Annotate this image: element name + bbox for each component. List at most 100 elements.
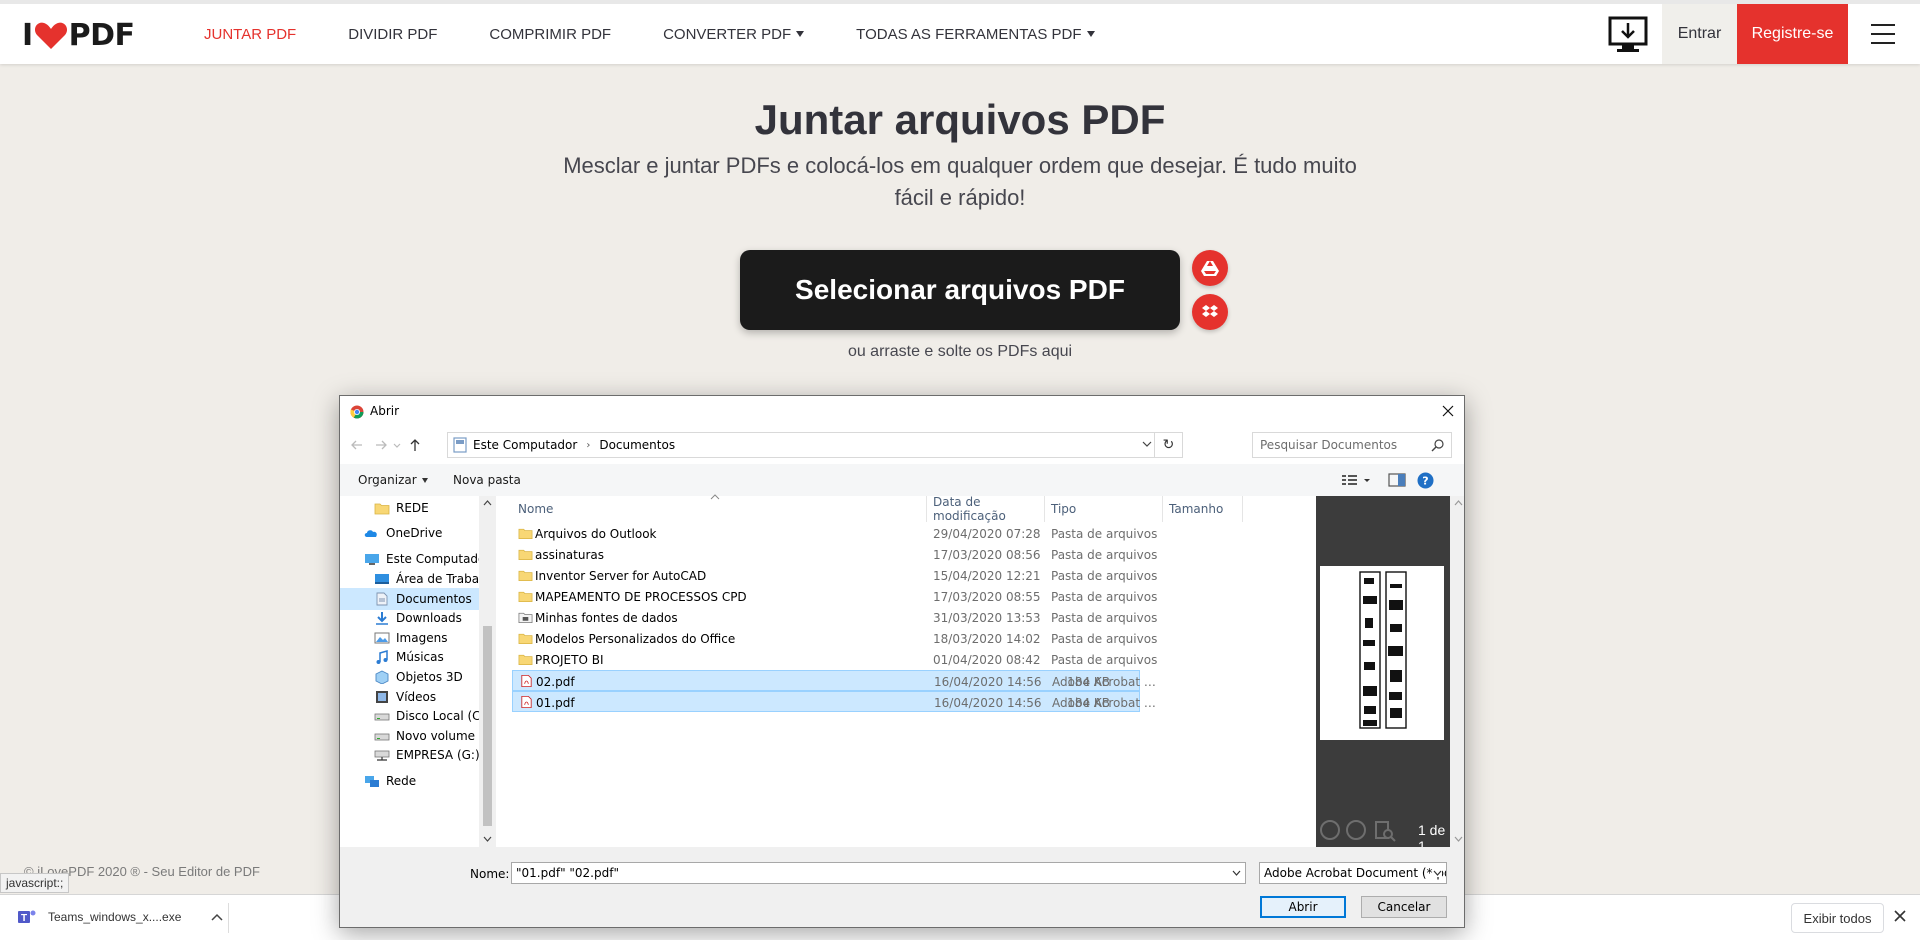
file-type-select[interactable]: Adobe Acrobat Document (*.pdf)	[1259, 862, 1447, 884]
tree-item-label: Downloads	[396, 611, 462, 625]
tree-item[interactable]: REDE	[340, 497, 479, 519]
file-name: 01.pdf	[536, 696, 575, 710]
tree-item-label: Rede	[386, 774, 417, 788]
nav-item-0[interactable]: JUNTAR PDF	[204, 26, 296, 43]
file-date: 17/03/2020 08:55	[933, 590, 1041, 604]
close-icon[interactable]	[1440, 403, 1456, 419]
back-arrow-icon[interactable]	[350, 438, 364, 452]
file-row[interactable]: assinaturas 17/03/2020 08:56 Pasta de arqu…	[512, 544, 1157, 565]
scroll-down-icon[interactable]	[483, 836, 492, 842]
pdf-icon	[521, 674, 532, 688]
preview-pane-icon[interactable]	[1388, 472, 1406, 488]
up-arrow-icon[interactable]	[408, 438, 422, 452]
breadcrumb-separator-icon[interactable]: ›	[586, 440, 590, 451]
tree-item[interactable]: EMPRESA (G:)	[340, 744, 479, 766]
chrome-icon	[350, 405, 364, 419]
open-button[interactable]: Abrir	[1260, 896, 1346, 918]
column-header-size[interactable]: Tamanho	[1163, 496, 1243, 522]
hamburger-menu-icon[interactable]	[1871, 24, 1895, 44]
new-folder-button[interactable]: Nova pasta	[453, 473, 521, 487]
nav-item-2[interactable]: COMPRIMIR PDF	[489, 26, 611, 43]
download-item[interactable]: T Teams_windows_x....exe	[18, 908, 223, 926]
caret-down-icon	[796, 31, 805, 37]
tree-item[interactable]: Área de Trabalho	[340, 568, 479, 590]
refresh-button[interactable]: ↻	[1154, 433, 1182, 457]
file-row[interactable]: 01.pdf 16/04/2020 14:56 Adobe Acrobat D...…	[512, 691, 1162, 712]
computer-icon	[453, 437, 467, 453]
file-type: Pasta de arquivos	[1051, 548, 1158, 562]
file-row[interactable]: Modelos Personalizados do Office 18/03/20…	[512, 628, 1157, 649]
column-header-type[interactable]: Tipo	[1045, 496, 1163, 522]
file-row[interactable]: PROJETO BI 01/04/2020 08:42 Pasta de arqui…	[512, 649, 1157, 670]
breadcrumb-item[interactable]: Documentos	[599, 438, 675, 452]
google-drive-button[interactable]	[1192, 250, 1228, 286]
column-header-name[interactable]: Nome	[512, 496, 927, 522]
download-icon	[376, 612, 388, 625]
file-name: Modelos Personalizados do Office	[535, 632, 736, 646]
open-file-dialog: Abrir Este Computador › Documentos ↻ Pesqu…	[339, 395, 1465, 928]
filename-input[interactable]: "01.pdf" "02.pdf"	[511, 862, 1246, 884]
recent-locations-chevron-icon[interactable]	[393, 438, 401, 452]
tree-scrollbar[interactable]	[479, 496, 496, 847]
dialog-title-bar: Abrir	[340, 396, 1464, 428]
scrollbar-thumb[interactable]	[483, 626, 492, 826]
nav-item-3[interactable]: CONVERTER PDF	[663, 25, 805, 43]
show-all-downloads-button[interactable]: Exibir todos	[1791, 903, 1884, 933]
dropbox-button[interactable]	[1192, 294, 1228, 330]
preview-zoom-icon[interactable]	[1374, 820, 1396, 842]
select-pdf-files-button[interactable]: Selecionar arquivos PDF	[740, 250, 1180, 330]
cancel-button[interactable]: Cancelar	[1361, 896, 1447, 918]
chevron-down-icon[interactable]	[1232, 869, 1241, 877]
tree-item[interactable]: Músicas	[340, 646, 479, 668]
ilovepdf-logo[interactable]: I PDF	[22, 18, 135, 53]
network-icon	[365, 776, 379, 787]
help-icon[interactable]: ?	[1417, 472, 1434, 489]
file-row[interactable]: Minhas fontes de dados 31/03/2020 13:53 Pa…	[512, 607, 1157, 628]
file-date: 15/04/2020 12:21	[933, 569, 1041, 583]
svg-text:?: ?	[1422, 475, 1428, 488]
tree-item[interactable]: Disco Local (C:)	[340, 705, 479, 727]
nav-item-label: CONVERTER PDF	[663, 25, 792, 43]
file-name: MAPEAMENTO DE PROCESSOS CPD	[535, 590, 747, 604]
tree-item[interactable]: OneDrive	[340, 522, 479, 544]
tree-item[interactable]: Este Computador	[340, 548, 479, 570]
refresh-icon: ↻	[1162, 437, 1175, 453]
address-bar[interactable]: Este Computador › Documentos ↻	[447, 432, 1183, 458]
preview-previous-page-icon[interactable]	[1320, 820, 1340, 840]
file-row[interactable]: 02.pdf 16/04/2020 14:56 Adobe Acrobat D...…	[512, 670, 1162, 691]
search-input[interactable]: Pesquisar Documentos	[1252, 432, 1452, 458]
file-name: Minhas fontes de dados	[535, 611, 678, 625]
scroll-up-icon[interactable]	[1454, 500, 1463, 506]
file-type: Pasta de arquivos	[1051, 527, 1158, 541]
folder-icon	[518, 591, 533, 602]
organize-button[interactable]: Organizar	[358, 473, 428, 487]
file-row[interactable]: MAPEAMENTO DE PROCESSOS CPD 17/03/2020 08…	[512, 586, 1157, 607]
scroll-up-icon[interactable]	[483, 500, 492, 506]
chevron-down-icon[interactable]	[1142, 439, 1152, 449]
network-drive-icon	[374, 750, 390, 761]
tree-item[interactable]: Downloads	[340, 607, 479, 629]
column-header-date[interactable]: Data de modificação	[927, 495, 1045, 523]
close-icon[interactable]	[1893, 909, 1907, 923]
desktop-download-icon[interactable]	[1608, 16, 1648, 54]
nav-item-1[interactable]: DIVIDIR PDF	[348, 26, 437, 43]
file-row[interactable]: Arquivos do Outlook 29/04/2020 07:28 Pasta…	[512, 523, 1157, 544]
google-drive-icon	[1201, 261, 1219, 276]
scroll-down-icon[interactable]	[1454, 836, 1463, 842]
login-button[interactable]: Entrar	[1662, 4, 1737, 64]
forward-arrow-icon[interactable]	[374, 438, 388, 452]
tree-item[interactable]: Rede	[340, 770, 479, 792]
nav-item-4[interactable]: TODAS AS FERRAMENTAS PDF	[856, 26, 1095, 43]
view-options-icon[interactable]	[1341, 472, 1371, 488]
file-row[interactable]: Inventor Server for AutoCAD 15/04/2020 12…	[512, 565, 1157, 586]
tree-item[interactable]: Objetos 3D	[340, 666, 479, 688]
nav-item-label: DIVIDIR PDF	[348, 25, 438, 43]
images-icon	[374, 632, 390, 644]
chevron-up-icon[interactable]	[211, 912, 223, 922]
signup-button[interactable]: Registre-se	[1737, 4, 1848, 64]
cube-icon	[375, 670, 389, 684]
music-icon	[376, 650, 388, 664]
preview-next-page-icon[interactable]	[1346, 820, 1366, 840]
preview-scrollbar[interactable]	[1450, 496, 1464, 847]
breadcrumb-item[interactable]: Este Computador	[473, 438, 577, 452]
